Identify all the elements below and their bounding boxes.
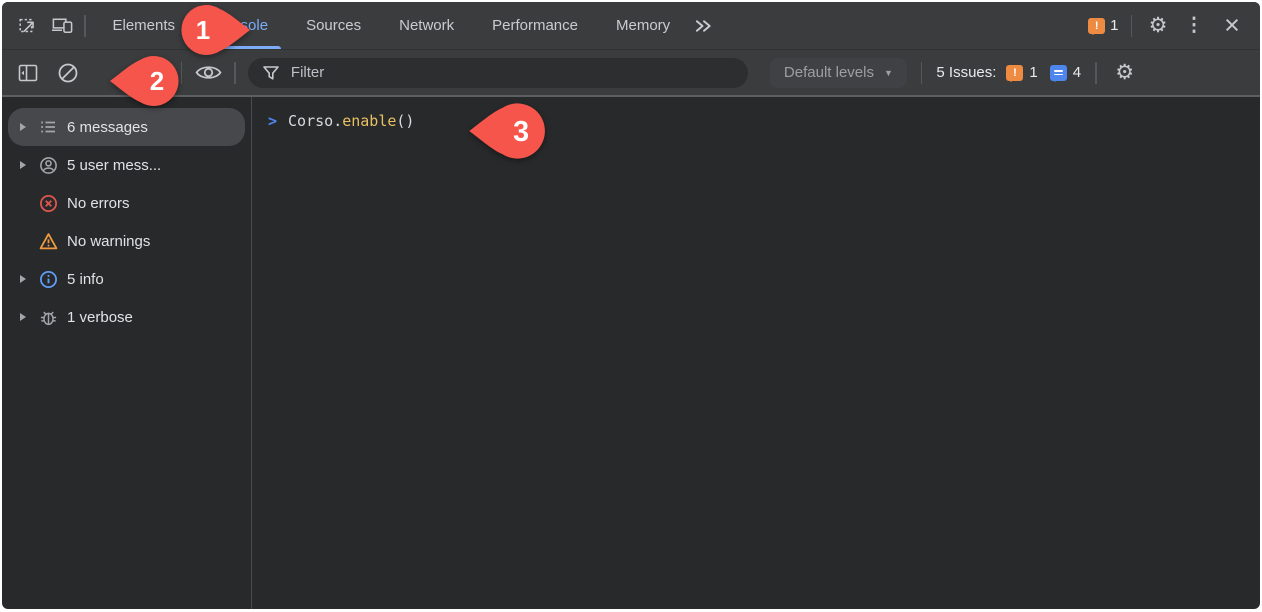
sidebar-item-verbose[interactable]: 1 verbose [8,298,245,336]
issue-bubble-icon: ! [1088,18,1105,34]
issues-message-count: 4 [1073,64,1081,81]
code-parens: () [396,112,414,130]
three-dot-icon: ⋮ [1185,16,1204,35]
divider [1131,15,1133,37]
console-settings-button[interactable]: ⚙ [1111,59,1139,87]
console-expression: Corso.enable() [288,112,414,130]
code-method: enable [342,112,396,130]
divider [921,62,923,84]
create-live-expression-button[interactable] [194,59,222,87]
sidebar-item-label: 6 messages [67,119,148,136]
exclamation-glyph: ! [1013,67,1017,79]
tab-memory[interactable]: Memory [597,2,689,49]
filter-box [248,58,748,88]
tab-sources[interactable]: Sources [287,2,380,49]
sidebar-panel-icon [17,62,39,84]
double-chevron-icon [694,18,713,34]
user-icon [38,156,58,175]
device-toolbar-icon [51,14,74,37]
console-prompt-chevron: > [268,112,277,130]
log-levels-dropdown[interactable]: Default levels ▼ [770,58,907,88]
inspect-cursor-icon [17,15,39,37]
info-icon [38,270,58,289]
filter-input[interactable] [289,63,734,82]
sidebar-item-all-messages[interactable]: 6 messages [8,108,245,146]
sidebar-item-user-messages[interactable]: 5 user mess... [8,146,245,184]
triangle-right-icon [20,313,26,321]
close-icon: × [1224,12,1240,39]
triangle-right-icon [20,275,26,283]
filter-funnel-icon [262,65,280,81]
annotation-number: 2 [150,66,164,96]
tab-network[interactable]: Network [380,2,473,49]
tab-label: Sources [306,17,361,34]
code-dot: . [333,112,342,130]
expander[interactable] [17,275,29,283]
console-pane[interactable]: > Corso.enable() [252,97,1260,609]
issue-count: 1 [1110,17,1118,34]
sidebar-item-label: 1 verbose [67,309,133,326]
warning-icon [38,232,58,251]
sidebar-item-info[interactable]: 5 info [8,260,245,298]
error-icon [38,194,58,213]
gear-icon: ⚙ [1149,15,1168,36]
annotation-balloon-1: 1 [175,2,253,58]
annotation-balloon-2: 2 [107,53,185,109]
expander[interactable] [17,123,29,131]
log-levels-label: Default levels [784,64,874,81]
console-sidebar: 6 messages 5 user mess... No errors [2,97,252,609]
sidebar-item-label: No errors [67,195,130,212]
eye-icon [195,63,222,82]
divider [234,62,236,84]
overflow-menu-button[interactable]: ⋮ [1180,12,1208,40]
expander[interactable] [17,313,29,321]
console-input-line[interactable]: > Corso.enable() [268,112,1250,130]
annotation-balloon-3: 3 [466,100,552,162]
console-content: 6 messages 5 user mess... No errors [2,97,1260,609]
exclamation-glyph: ! [1095,20,1099,32]
devtools-window: Elements Console Sources Network Perform… [0,0,1262,612]
sidebar-item-warnings[interactable]: No warnings [8,222,245,260]
sidebar-item-label: 5 info [67,271,104,288]
close-devtools-button[interactable]: × [1218,12,1246,40]
inspect-element-button[interactable] [14,12,42,40]
expander[interactable] [17,161,29,169]
issues-counter[interactable]: ! 1 [1088,17,1118,34]
issues-summary[interactable]: 5 Issues: ! 1 4 [936,64,1081,81]
divider [1095,62,1097,84]
issue-bubble-icon: ! [1006,65,1023,81]
message-bubble-icon [1050,65,1067,81]
more-tabs-button[interactable] [689,12,717,40]
list-icon [38,118,58,136]
triangle-right-icon [20,123,26,131]
tab-label: Network [399,17,454,34]
tab-label: Memory [616,17,670,34]
annotation-number: 3 [513,116,529,148]
clear-console-button[interactable] [54,59,82,87]
issues-error-count: 1 [1029,64,1037,81]
code-object: Corso [288,112,333,130]
annotation-number: 1 [196,15,210,45]
settings-button[interactable]: ⚙ [1144,12,1172,40]
triangle-right-icon [20,161,26,169]
devtools-app: Elements Console Sources Network Perform… [2,2,1260,609]
tab-label: Performance [492,17,578,34]
circle-slash-icon [56,61,80,85]
sidebar-item-label: No warnings [67,233,150,250]
bug-icon [38,308,58,327]
gear-icon: ⚙ [1115,62,1134,83]
chevron-down-icon: ▼ [884,68,893,78]
toggle-console-sidebar-button[interactable] [14,59,42,87]
device-toolbar-button[interactable] [48,12,76,40]
tab-label: Elements [113,17,176,34]
tab-performance[interactable]: Performance [473,2,597,49]
divider [84,15,86,37]
sidebar-item-errors[interactable]: No errors [8,184,245,222]
issues-summary-label: 5 Issues: [936,64,996,81]
sidebar-item-label: 5 user mess... [67,157,161,174]
